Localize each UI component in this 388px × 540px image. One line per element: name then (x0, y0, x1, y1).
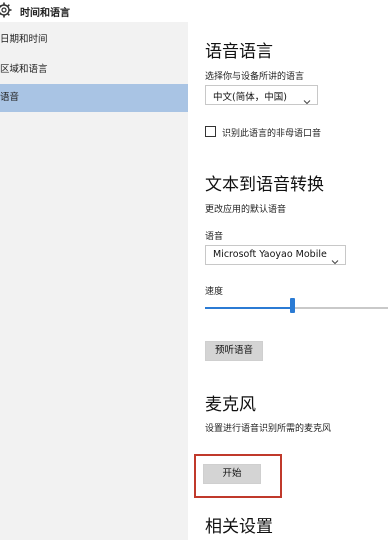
microphone-description: 设置进行语音识别所需的麦克风 (205, 424, 332, 434)
dropdown-value: 中文(简体，中国) (213, 92, 287, 103)
title-bar: 时间和语言 (0, 0, 388, 22)
speed-slider-thumb[interactable] (290, 298, 296, 313)
speech-language-dropdown[interactable]: 中文(简体，中国) (205, 85, 318, 105)
dropdown-value: Microsoft Yaoyao Mobile (213, 249, 327, 260)
chevron-down-icon (303, 91, 311, 105)
tts-description: 更改应用的默认语音 (205, 205, 287, 215)
window-title: 时间和语言 (20, 8, 70, 19)
sidebar-item-label: 区域和语言 (0, 64, 48, 75)
gear-icon (0, 2, 12, 18)
sidebar-item-label: 语音 (0, 92, 20, 103)
speed-slider-fill (205, 307, 293, 309)
speech-language-heading: 语音语言 (205, 42, 273, 62)
preview-voice-button[interactable]: 预听语音 (205, 341, 263, 361)
sidebar-item-speech[interactable]: 语音 (0, 84, 188, 112)
speed-label: 速度 (205, 287, 224, 297)
accent-checkbox[interactable] (205, 126, 216, 137)
sidebar: 日期和时间 区域和语言 语音 (0, 22, 188, 540)
sidebar-item-region-language[interactable]: 区域和语言 (0, 56, 188, 84)
related-settings-heading: 相关设置 (205, 517, 273, 537)
sidebar-item-date-time[interactable]: 日期和时间 (0, 26, 188, 54)
sidebar-item-label: 日期和时间 (0, 34, 48, 45)
voice-dropdown[interactable]: Microsoft Yaoyao Mobile (205, 245, 346, 265)
accent-checkbox-label: 识别此语言的非母语口音 (222, 129, 322, 139)
voice-label: 语音 (205, 232, 224, 242)
tts-heading: 文本到语音转换 (205, 175, 324, 195)
main-content: 语音语言 选择你与设备所讲的语言 中文(简体，中国) 识别此语言的非母语口音 文… (188, 22, 388, 540)
start-button[interactable]: 开始 (203, 464, 261, 484)
chevron-down-icon (331, 251, 339, 265)
microphone-heading: 麦克风 (205, 395, 256, 415)
speech-language-select-label: 选择你与设备所讲的语言 (205, 72, 305, 82)
